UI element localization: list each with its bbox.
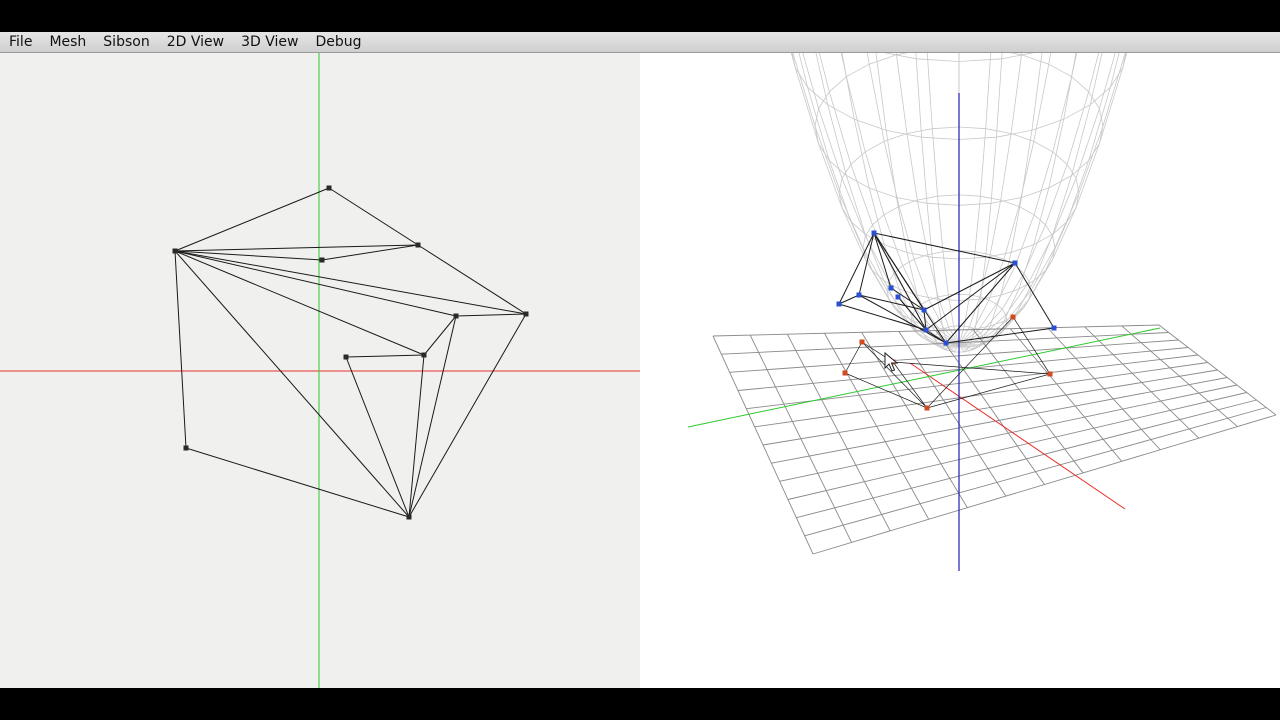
surface-spoke	[818, 53, 960, 346]
triangulation-edges	[174, 187, 527, 518]
projected-vertex[interactable]	[859, 339, 865, 345]
triangulation-edge	[408, 315, 457, 518]
triangulation-edge	[408, 354, 425, 518]
surface-spoke	[958, 53, 1023, 346]
menu-mesh[interactable]: Mesh	[41, 32, 95, 52]
lifted-edge	[838, 294, 860, 305]
triangulation-edge	[174, 250, 187, 449]
projected-vertex[interactable]	[924, 405, 930, 411]
triangulation-edge	[345, 356, 410, 518]
triangulation-edge	[174, 250, 410, 518]
vertex-handle[interactable]	[453, 313, 459, 319]
vertex-handle[interactable]	[523, 311, 529, 317]
menu-bar: File Mesh Sibson 2D View 3D View Debug	[0, 32, 1280, 53]
triangulation-edge	[455, 313, 527, 317]
grid-line	[787, 392, 1247, 500]
menu-sibson[interactable]: Sibson	[95, 32, 158, 52]
menu-debug[interactable]: Debug	[307, 32, 370, 52]
menu-file[interactable]: File	[0, 32, 41, 52]
vertex-handle[interactable]	[343, 354, 349, 360]
projected-edge	[844, 341, 863, 374]
lifted-vertex[interactable]	[921, 307, 927, 313]
app-window: File Mesh Sibson 2D View 3D View Debug	[0, 32, 1280, 688]
surface-spoke	[840, 53, 960, 346]
2d-view-canvas[interactable]	[0, 53, 640, 688]
projected-edge	[861, 341, 928, 409]
triangulation-edge	[185, 447, 410, 518]
lifted-vertex[interactable]	[895, 294, 901, 300]
ground-grid	[712, 324, 1277, 555]
vertex-handle[interactable]	[183, 445, 189, 451]
top-black-bar	[0, 0, 1280, 32]
surface-spoke	[958, 53, 1100, 346]
surface-spoke	[958, 53, 1078, 346]
projected-edge	[926, 373, 1051, 409]
menu-3d-view[interactable]: 3D View	[233, 32, 307, 52]
surface-spoke	[875, 53, 960, 352]
grid-line	[796, 399, 1257, 519]
surface-spoke	[958, 53, 1120, 346]
bottom-black-bar	[0, 688, 1280, 720]
triangulation-edge	[345, 354, 425, 358]
lifted-vertex[interactable]	[871, 230, 877, 236]
surface-spoke	[798, 53, 960, 346]
projected-edge	[844, 372, 928, 409]
triangulation-edge	[328, 187, 419, 246]
lifted-edge	[1014, 262, 1055, 329]
triangulation-edge	[417, 244, 527, 315]
lifted-vertex[interactable]	[1012, 260, 1018, 266]
vertex-handle[interactable]	[406, 514, 412, 520]
triangulation-vertices[interactable]	[172, 185, 529, 520]
lifted-vertex[interactable]	[888, 285, 894, 291]
grid-line	[779, 384, 1238, 482]
menu-2d-view[interactable]: 2D View	[158, 32, 232, 52]
triangulation-edge	[174, 244, 419, 252]
lifted-edge	[873, 232, 947, 344]
lifted-edge	[945, 262, 1016, 344]
3d-view-svg[interactable]	[640, 53, 1280, 688]
3d-view-canvas[interactable]	[640, 53, 1280, 688]
triangulation-edge	[174, 187, 330, 252]
vertex-handle[interactable]	[319, 257, 325, 263]
grid-line	[1009, 328, 1123, 462]
paraboloid-wireframe	[790, 53, 1128, 353]
vertex-handle[interactable]	[415, 242, 421, 248]
lifted-vertex[interactable]	[943, 340, 949, 346]
3d-x-axis	[909, 362, 1126, 510]
lifted-vertex[interactable]	[856, 292, 862, 298]
surface-spoke	[958, 53, 1043, 352]
triangulation-edge	[174, 250, 527, 315]
triangulation-edge	[174, 250, 457, 317]
lifted-edge	[923, 262, 1016, 311]
lifted-vertex[interactable]	[1051, 325, 1057, 331]
projected-vertex[interactable]	[1010, 314, 1016, 320]
lifted-edge	[858, 294, 925, 311]
projected-vertex[interactable]	[842, 370, 848, 376]
vertex-handle[interactable]	[172, 248, 178, 254]
triangulation-edge	[408, 313, 527, 518]
triangulation-edge	[174, 250, 425, 356]
projected-edge	[1012, 316, 1051, 375]
projected-vertex[interactable]	[1047, 371, 1053, 377]
vertex-handle[interactable]	[326, 185, 332, 191]
grid-line	[1158, 324, 1277, 416]
vertex-handle[interactable]	[421, 352, 427, 358]
lifted-vertex[interactable]	[836, 301, 842, 307]
mouse-pointer-icon	[884, 351, 899, 372]
3d-y-axis	[687, 327, 1161, 428]
2d-view-svg[interactable]	[0, 53, 640, 688]
lifted-vertex[interactable]	[923, 327, 929, 333]
triangulation-edge	[174, 250, 323, 261]
